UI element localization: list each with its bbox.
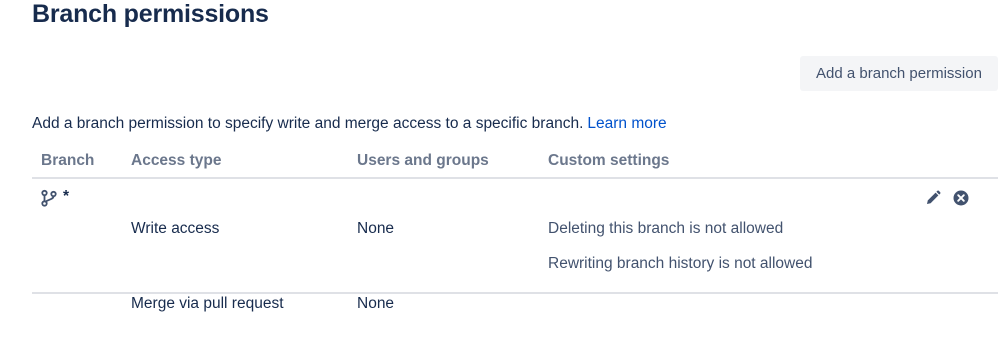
- add-branch-permission-button[interactable]: Add a branch permission: [800, 56, 998, 91]
- column-header-access-type: Access type: [131, 152, 222, 169]
- description: Add a branch permission to specify write…: [32, 114, 667, 134]
- column-header-branch: Branch: [41, 152, 95, 169]
- remove-button[interactable]: [951, 188, 971, 208]
- edit-button[interactable]: [923, 188, 943, 208]
- description-text: Add a branch permission to specify write…: [32, 115, 584, 132]
- column-header-custom-settings: Custom settings: [548, 152, 670, 169]
- branch-permissions-table: Branch Access type Users and groups Cust…: [32, 148, 998, 312]
- branch-name: *: [63, 188, 70, 205]
- users-write: None: [357, 220, 395, 237]
- branch-permissions-page: Branch permissions Add a branch permissi…: [0, 0, 998, 351]
- pencil-icon: [927, 190, 941, 204]
- custom-setting-delete: Deleting this branch is not allowed: [548, 220, 784, 237]
- remove-icon: [953, 190, 969, 206]
- access-type-merge: Merge via pull request: [131, 295, 284, 312]
- branch-icon: [41, 189, 57, 207]
- page-title: Branch permissions: [32, 0, 269, 28]
- users-merge: None: [357, 295, 395, 312]
- custom-setting-rewrite: Rewriting branch history is not allowed: [548, 255, 813, 272]
- column-header-users-and-groups: Users and groups: [357, 152, 489, 169]
- learn-more-link[interactable]: Learn more: [587, 115, 666, 132]
- access-type-write: Write access: [131, 220, 220, 237]
- table-row: * Write access None Deleting this branch…: [32, 179, 998, 312]
- table-header: Branch Access type Users and groups Cust…: [32, 148, 998, 179]
